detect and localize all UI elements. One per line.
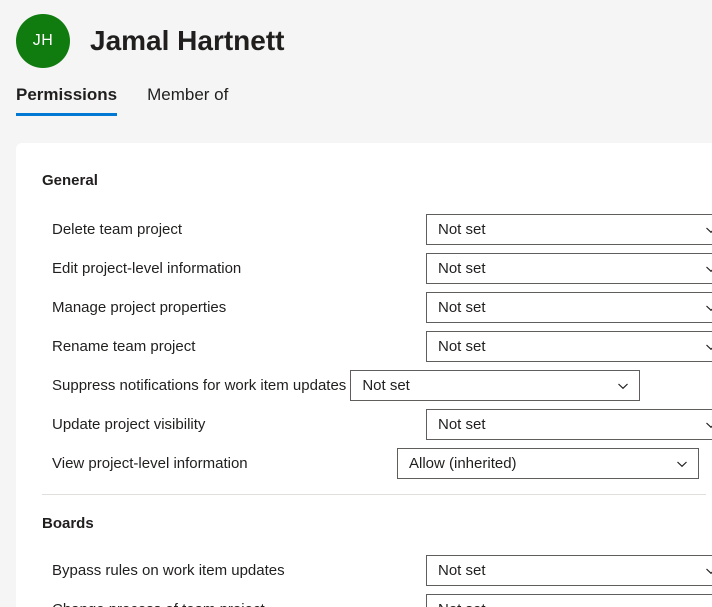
permission-dropdown[interactable]: Not set [426,594,712,607]
permissions-card: General Delete team project Not set Edit… [16,143,712,607]
permission-dropdown-value: Not set [438,299,486,316]
permission-control-slot: Allow (inherited) [397,448,699,479]
tab-member-of-label: Member of [147,85,229,104]
chevron-down-icon [704,564,712,578]
chevron-down-icon [675,457,689,471]
permission-control-slot: Not set [426,214,712,245]
permission-dropdown[interactable]: Not set [426,331,712,362]
chevron-down-icon [704,418,712,432]
permission-row: Change process of team project. Not set [16,590,712,607]
permission-label: Update project visibility [52,416,206,433]
permission-label: Suppress notifications for work item upd… [52,377,347,394]
permission-control-slot: Not set [426,253,712,284]
permission-control-slot: Not set [426,594,712,607]
tab-bar: Permissions Member of [16,84,258,116]
tab-member-of[interactable]: Member of [147,84,228,116]
permission-control-slot: Not set [426,409,712,440]
chevron-down-icon [704,223,712,237]
permission-dropdown-value: Not set [438,338,486,355]
section-boards-title: Boards [42,515,94,532]
permission-dropdown[interactable]: Not set [426,214,712,245]
avatar-initials: JH [32,32,54,49]
permission-dropdown-value: Not set [438,416,486,433]
permission-dropdown[interactable]: Not set [426,292,712,323]
permission-dropdown[interactable]: Not set [426,555,712,586]
permission-dropdown-value: Not set [438,601,486,607]
permission-list-general: Delete team project Not set Edit project… [16,210,712,483]
permission-label: Rename team project [52,338,196,355]
permission-dropdown[interactable]: Not set [426,409,712,440]
permission-control-slot: Not set [426,292,712,323]
chevron-down-icon [704,340,712,354]
permission-row: Update project visibility Not set [16,405,712,444]
user-identity: JH Jamal Hartnett [16,14,285,68]
permission-label: Edit project-level information [52,260,242,277]
permission-dropdown-value: Not set [362,377,410,394]
permission-label: Bypass rules on work item updates [52,562,285,579]
page-header: JH Jamal Hartnett Permissions Member of [0,0,712,143]
chevron-down-icon [704,301,712,315]
permission-control-slot: Not set [426,331,712,362]
tab-permissions[interactable]: Permissions [16,84,118,116]
section-general: General Delete team project Not set Edit… [16,143,712,495]
permission-label: Change process of team project. [52,600,269,607]
permission-dropdown-value: Not set [438,260,486,277]
permission-row: Manage project properties Not set [16,288,712,327]
permission-label: Manage project properties [52,299,227,316]
permission-row: Suppress notifications for work item upd… [16,366,712,405]
permission-row: Rename team project Not set [16,327,712,366]
permission-label: Delete team project [52,221,183,238]
permissions-page: JH Jamal Hartnett Permissions Member of … [0,0,712,607]
section-boards: Boards Bypass rules on work item updates… [16,495,712,607]
permission-control-slot: Not set [426,555,712,586]
permission-control-slot: Not set [350,370,641,401]
avatar: JH [16,14,70,68]
page-title: Jamal Hartnett [90,25,285,56]
section-general-title: General [42,172,98,189]
permission-list-boards: Bypass rules on work item updates Not se… [16,551,712,607]
permission-dropdown-value: Not set [438,562,486,579]
permission-dropdown-value: Not set [438,221,486,238]
permission-dropdown-value: Allow (inherited) [409,455,517,472]
permission-label: View project-level information [52,455,248,472]
permission-dropdown[interactable]: Not set [350,370,641,401]
permission-dropdown[interactable]: Allow (inherited) [397,448,699,479]
permission-row: Bypass rules on work item updates Not se… [16,551,712,590]
permission-row: Edit project-level information Not set [16,249,712,288]
tab-permissions-label: Permissions [16,85,118,104]
permission-row: Delete team project Not set [16,210,712,249]
permission-row: View project-level information Allow (in… [16,444,712,483]
chevron-down-icon [704,603,712,607]
chevron-down-icon [704,262,712,276]
permission-dropdown[interactable]: Not set [426,253,712,284]
chevron-down-icon [616,379,630,393]
